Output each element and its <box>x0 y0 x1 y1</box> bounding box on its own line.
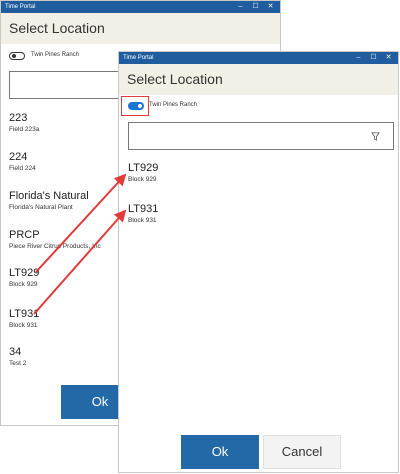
titlebar: Time Portal – ☐ ✕ <box>1 1 280 13</box>
toggle-label: Twin Pines Ranch <box>149 102 198 108</box>
maximize-button[interactable]: ☐ <box>248 1 263 13</box>
item-code: 34 <box>9 346 22 358</box>
window-title: Time Portal <box>5 4 36 10</box>
maximize-button[interactable]: ☐ <box>366 52 381 64</box>
titlebar: Time Portal – ☐ ✕ <box>119 52 398 64</box>
window-title: Time Portal <box>123 55 154 61</box>
item-desc: Piece River Citrus Products, Inc <box>9 243 101 250</box>
cancel-button[interactable]: Cancel <box>263 435 341 469</box>
item-desc: Block 929 <box>128 176 157 183</box>
list-item[interactable]: 223 Field 223a <box>9 112 39 134</box>
page-title: Select Location <box>119 64 398 95</box>
minimize-button[interactable]: – <box>351 52 366 64</box>
item-code: LT929 <box>128 162 159 174</box>
close-button[interactable]: ✕ <box>381 52 396 64</box>
minimize-button[interactable]: – <box>233 1 248 13</box>
item-desc: Block 931 <box>9 322 38 329</box>
search-input[interactable] <box>128 122 394 150</box>
item-code: LT931 <box>9 308 40 320</box>
list-item[interactable]: LT929 Block 929 <box>128 162 158 184</box>
toggle-label: Twin Pines Ranch <box>31 52 80 58</box>
list-item[interactable]: LT931 Block 931 <box>128 203 158 225</box>
item-code: Florida's Natural <box>9 190 89 202</box>
item-code: 224 <box>9 151 28 163</box>
filter-icon[interactable] <box>371 132 380 141</box>
item-code: 223 <box>9 112 28 124</box>
item-desc: Florida's Natural Plant <box>9 204 73 211</box>
list-item[interactable]: 224 Field 224 <box>9 151 36 173</box>
ok-button[interactable]: Ok <box>181 435 259 469</box>
list-item[interactable]: Florida's Natural Florida's Natural Plan… <box>9 190 89 212</box>
item-desc: Field 223a <box>9 126 40 133</box>
page-title: Select Location <box>1 13 280 44</box>
list-item[interactable]: LT929 Block 929 <box>9 267 39 289</box>
item-code: PRCP <box>9 229 40 241</box>
item-desc: Block 929 <box>9 281 38 288</box>
front-window: Time Portal – ☐ ✕ Select Location Twin P… <box>118 51 399 473</box>
ranch-toggle[interactable] <box>9 52 25 60</box>
toggle-knob <box>12 54 16 58</box>
item-desc: Field 224 <box>9 165 36 172</box>
item-desc: Test 2 <box>9 360 27 367</box>
toggle-highlight-box <box>121 96 149 116</box>
list-item[interactable]: 34 Test 2 <box>9 346 26 368</box>
item-code: LT931 <box>128 203 159 215</box>
item-desc: Block 931 <box>128 217 157 224</box>
item-code: LT929 <box>9 267 40 279</box>
list-item[interactable]: PRCP Piece River Citrus Products, Inc <box>9 229 101 251</box>
close-button[interactable]: ✕ <box>263 1 278 13</box>
list-item[interactable]: LT931 Block 931 <box>9 308 39 330</box>
